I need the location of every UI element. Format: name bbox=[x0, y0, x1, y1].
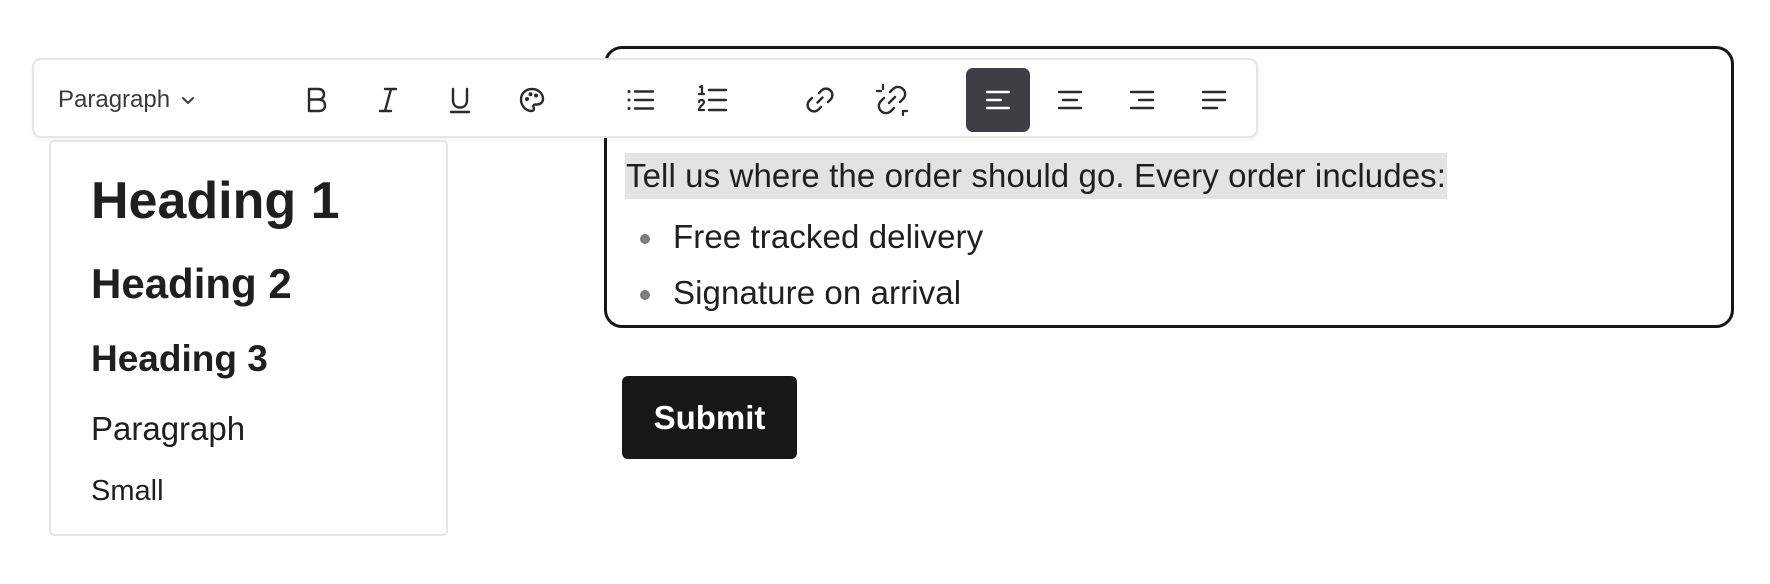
align-left-button[interactable] bbox=[966, 68, 1030, 132]
format-option-paragraph[interactable]: Paragraph bbox=[91, 410, 245, 448]
list-item[interactable]: Free tracked delivery bbox=[625, 209, 1711, 265]
list-item[interactable]: Signature on arrival bbox=[625, 265, 1711, 321]
format-option-heading-1[interactable]: Heading 1 bbox=[91, 171, 340, 231]
editor-paragraph[interactable]: Tell us where the order should go. Every… bbox=[625, 153, 1448, 199]
block-format-menu: Heading 1 Heading 2 Heading 3 Paragraph … bbox=[49, 140, 448, 536]
format-option-small[interactable]: Small bbox=[91, 475, 164, 508]
formatting-toolbar: Paragraph bbox=[32, 58, 1258, 138]
bulleted-list-icon bbox=[624, 85, 656, 115]
align-right-icon bbox=[1127, 85, 1157, 115]
numbered-list-icon bbox=[695, 83, 729, 117]
italic-button[interactable] bbox=[356, 68, 420, 132]
editor-content[interactable]: Tell us where the order should go. Every… bbox=[625, 153, 1711, 321]
italic-icon bbox=[373, 85, 403, 115]
format-option-heading-3[interactable]: Heading 3 bbox=[91, 338, 268, 380]
bullet-icon bbox=[640, 234, 650, 244]
align-center-button[interactable] bbox=[1038, 68, 1102, 132]
block-format-dropdown[interactable]: Paragraph bbox=[58, 68, 208, 132]
bold-icon bbox=[301, 85, 331, 115]
list-item-text: Free tracked delivery bbox=[673, 218, 984, 255]
numbered-list-button[interactable] bbox=[680, 68, 744, 132]
chevron-down-icon bbox=[180, 92, 196, 108]
text-color-button[interactable] bbox=[500, 68, 564, 132]
underline-button[interactable] bbox=[428, 68, 492, 132]
format-option-heading-2[interactable]: Heading 2 bbox=[91, 260, 292, 308]
bold-button[interactable] bbox=[284, 68, 348, 132]
bulleted-list: Free tracked delivery Signature on arriv… bbox=[625, 209, 1711, 321]
link-icon bbox=[804, 84, 836, 116]
unlink-icon bbox=[874, 82, 910, 118]
align-left-icon bbox=[983, 85, 1013, 115]
align-justify-button[interactable] bbox=[1182, 68, 1246, 132]
list-item-text: Signature on arrival bbox=[673, 274, 962, 311]
submit-button[interactable]: Submit bbox=[622, 376, 797, 459]
align-justify-icon bbox=[1199, 85, 1229, 115]
align-right-button[interactable] bbox=[1110, 68, 1174, 132]
align-center-icon bbox=[1055, 85, 1085, 115]
bulleted-list-button[interactable] bbox=[608, 68, 672, 132]
unlink-button[interactable] bbox=[860, 68, 924, 132]
bullet-icon bbox=[640, 290, 650, 300]
palette-icon bbox=[517, 85, 547, 115]
link-button[interactable] bbox=[788, 68, 852, 132]
block-format-label: Paragraph bbox=[58, 86, 171, 113]
underline-icon bbox=[445, 85, 475, 115]
